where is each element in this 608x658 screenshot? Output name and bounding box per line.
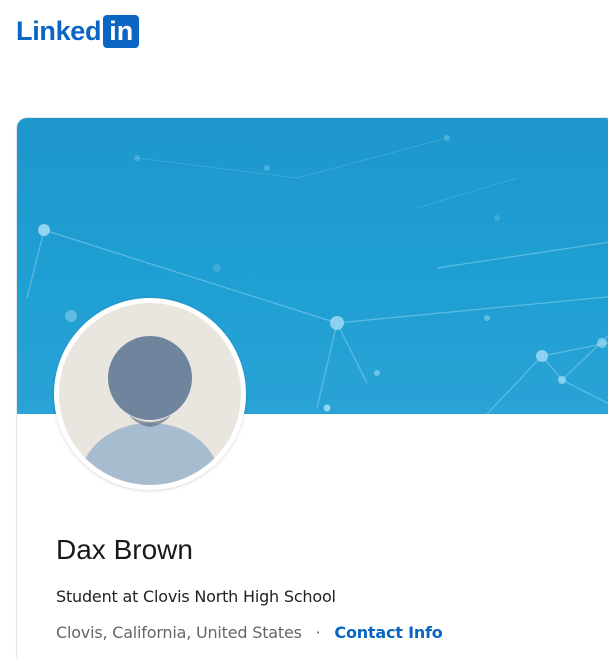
profile-name: Dax Brown — [56, 534, 193, 565]
contact-info-link[interactable]: Contact Info — [334, 623, 442, 642]
profile-headline: Student at Clovis North High School — [56, 587, 336, 606]
separator-dot: · — [315, 623, 321, 642]
logo-in-box: in — [103, 14, 140, 48]
location-row: Clovis, California, United States · Cont… — [56, 621, 443, 645]
logo-text: Linked — [16, 16, 102, 46]
profile-card — [17, 118, 608, 658]
avatar-background — [59, 303, 241, 485]
default-avatar-icon — [80, 336, 220, 485]
linkedin-profile-page: Linked in Dax Brown Student at Clovis No… — [0, 0, 608, 658]
profile-location: Clovis, California, United States — [56, 623, 302, 642]
linkedin-logo[interactable]: Linked in — [16, 14, 140, 48]
profile-avatar[interactable] — [54, 298, 246, 490]
